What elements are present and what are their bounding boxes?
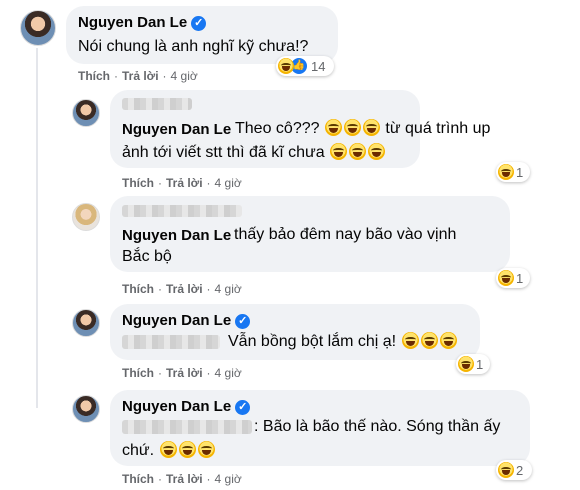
comment-text: thấy bảo đêm nay bão vào vịnh <box>234 226 457 243</box>
rofl-emoji-icon <box>362 119 380 136</box>
commenter-name-text[interactable]: Nguyen Dan Le <box>78 14 187 31</box>
like-action[interactable]: Thích <box>122 366 154 380</box>
grin-emoji-icon <box>197 441 215 458</box>
timestamp[interactable]: 4 giờ <box>215 176 242 190</box>
commenter-name[interactable]: Nguyen Dan Le ✓ <box>122 398 251 415</box>
comment-actions: Thích · Trả lời · 4 giờ <box>122 366 242 380</box>
commenter-name[interactable]: Nguyen Dan Le ✓ <box>122 312 251 329</box>
reply-action[interactable]: Trả lời <box>166 282 203 296</box>
comment-actions: Thích · Trả lời · 4 giờ <box>122 282 242 296</box>
reply-action[interactable]: Trả lời <box>122 69 159 83</box>
comment-text-part: từ quá trình up <box>380 120 491 137</box>
comment-actions: Thích · Trả lời · 4 giờ <box>78 69 198 83</box>
rofl-emoji-icon <box>324 119 342 136</box>
rofl-emoji-icon <box>343 119 361 136</box>
comment-actions: Thích · Trả lời · 4 giờ <box>122 472 242 486</box>
verified-badge-icon: ✓ <box>235 314 251 329</box>
timestamp[interactable]: 4 giờ <box>215 282 242 296</box>
grin-emoji-icon <box>368 143 386 160</box>
verified-badge-icon: ✓ <box>235 400 251 415</box>
comment-text: Nói chung là anh nghĩ kỹ chưa!? <box>78 38 309 55</box>
commenter-name-text[interactable]: Nguyen Dan Le <box>122 312 231 329</box>
separator: · <box>158 366 162 380</box>
grin-emoji-icon <box>159 441 177 458</box>
grin-emoji-icon <box>330 143 348 160</box>
haha-reaction-icon <box>498 462 514 478</box>
redacted-name <box>122 205 242 217</box>
timestamp[interactable]: 4 giờ <box>215 472 242 486</box>
redacted-tag <box>122 335 220 349</box>
redacted-tag <box>122 420 252 434</box>
tagged-name[interactable]: Nguyen Dan Le <box>122 227 231 244</box>
comment-text-part: Vẫn bồng bột lắm chị ạ! <box>228 333 397 350</box>
separator: · <box>206 176 211 190</box>
avatar[interactable] <box>72 309 100 337</box>
tagged-name[interactable]: Nguyen Dan Le <box>122 121 231 138</box>
comment-text: Theo cô??? từ quá trình up <box>235 116 490 142</box>
avatar[interactable] <box>72 395 100 423</box>
reply-action[interactable]: Trả lời <box>166 472 203 486</box>
haha-reaction-icon <box>498 164 514 180</box>
reaction-count: 2 <box>516 462 524 478</box>
reaction-summary[interactable]: 2 <box>496 460 532 480</box>
comment-text-part: chứ. <box>122 442 155 459</box>
reaction-count: 1 <box>516 270 524 286</box>
like-action[interactable]: Thích <box>78 69 110 83</box>
timestamp[interactable]: 4 giờ <box>215 366 242 380</box>
grin-emoji-icon <box>349 143 367 160</box>
comment-text-part: ảnh tới viết stt thì đã kĩ chưa <box>122 144 325 161</box>
like-action[interactable]: Thích <box>122 472 154 486</box>
haha-reaction-icon <box>458 356 474 372</box>
comment-bubble: Nguyen Dan Le ✓ Vẫn bồng bột lắm chị ạ! <box>110 304 480 360</box>
reaction-count: 1 <box>516 164 524 180</box>
comment-text: : Bão là bão thế nào. Sóng thần ấy <box>254 418 501 435</box>
reaction-summary[interactable]: 1 <box>456 354 490 374</box>
like-action[interactable]: Thích <box>122 176 154 190</box>
separator: · <box>206 282 211 296</box>
reaction-summary[interactable]: 1 <box>496 162 530 182</box>
grin-emoji-icon <box>420 332 438 349</box>
separator: · <box>162 69 167 83</box>
grin-emoji-icon <box>178 441 196 458</box>
avatar[interactable] <box>72 203 100 231</box>
reaction-summary[interactable]: 👍 14 <box>276 56 334 76</box>
separator: · <box>206 472 211 486</box>
reaction-count: 14 <box>311 58 326 74</box>
comment-actions: Thích · Trả lời · 4 giờ <box>122 176 242 190</box>
verified-badge-icon: ✓ <box>191 16 207 31</box>
grin-emoji-icon <box>439 332 457 349</box>
thread-line <box>36 48 38 408</box>
comment-bubble: Nguyen Dan Le thấy bảo đêm nay bão vào v… <box>110 196 510 272</box>
comment-text-line: chứ. <box>122 438 216 464</box>
haha-reaction-icon <box>498 270 514 286</box>
separator: · <box>158 282 162 296</box>
separator: · <box>206 366 211 380</box>
timestamp[interactable]: 4 giờ <box>171 69 198 83</box>
comment-text-line: Bắc bộ <box>122 248 172 265</box>
redacted-name <box>122 98 192 110</box>
reaction-summary[interactable]: 1 <box>496 268 530 288</box>
avatar[interactable] <box>20 10 56 46</box>
reply-action[interactable]: Trả lời <box>166 176 203 190</box>
comment-bubble: Nguyen Dan Le ✓ : Bão là bão thế nào. Són… <box>110 390 530 466</box>
separator: · <box>158 472 162 486</box>
comment-text-line: ảnh tới viết stt thì đã kĩ chưa <box>122 140 386 166</box>
grin-emoji-icon <box>401 332 419 349</box>
reaction-count: 1 <box>476 356 484 372</box>
separator: · <box>158 176 162 190</box>
avatar[interactable] <box>72 99 100 127</box>
commenter-name[interactable]: Nguyen Dan Le ✓ <box>78 14 207 31</box>
reply-action[interactable]: Trả lời <box>166 366 203 380</box>
separator: · <box>114 69 118 83</box>
comment-text-part: Theo cô??? <box>235 120 320 137</box>
comment-bubble: Nguyen Dan Le Theo cô??? từ quá trình up… <box>110 90 490 168</box>
like-action[interactable]: Thích <box>122 282 154 296</box>
haha-reaction-icon <box>278 58 294 74</box>
comment-text: Vẫn bồng bột lắm chị ạ! <box>228 329 458 355</box>
commenter-name-text[interactable]: Nguyen Dan Le <box>122 398 231 415</box>
